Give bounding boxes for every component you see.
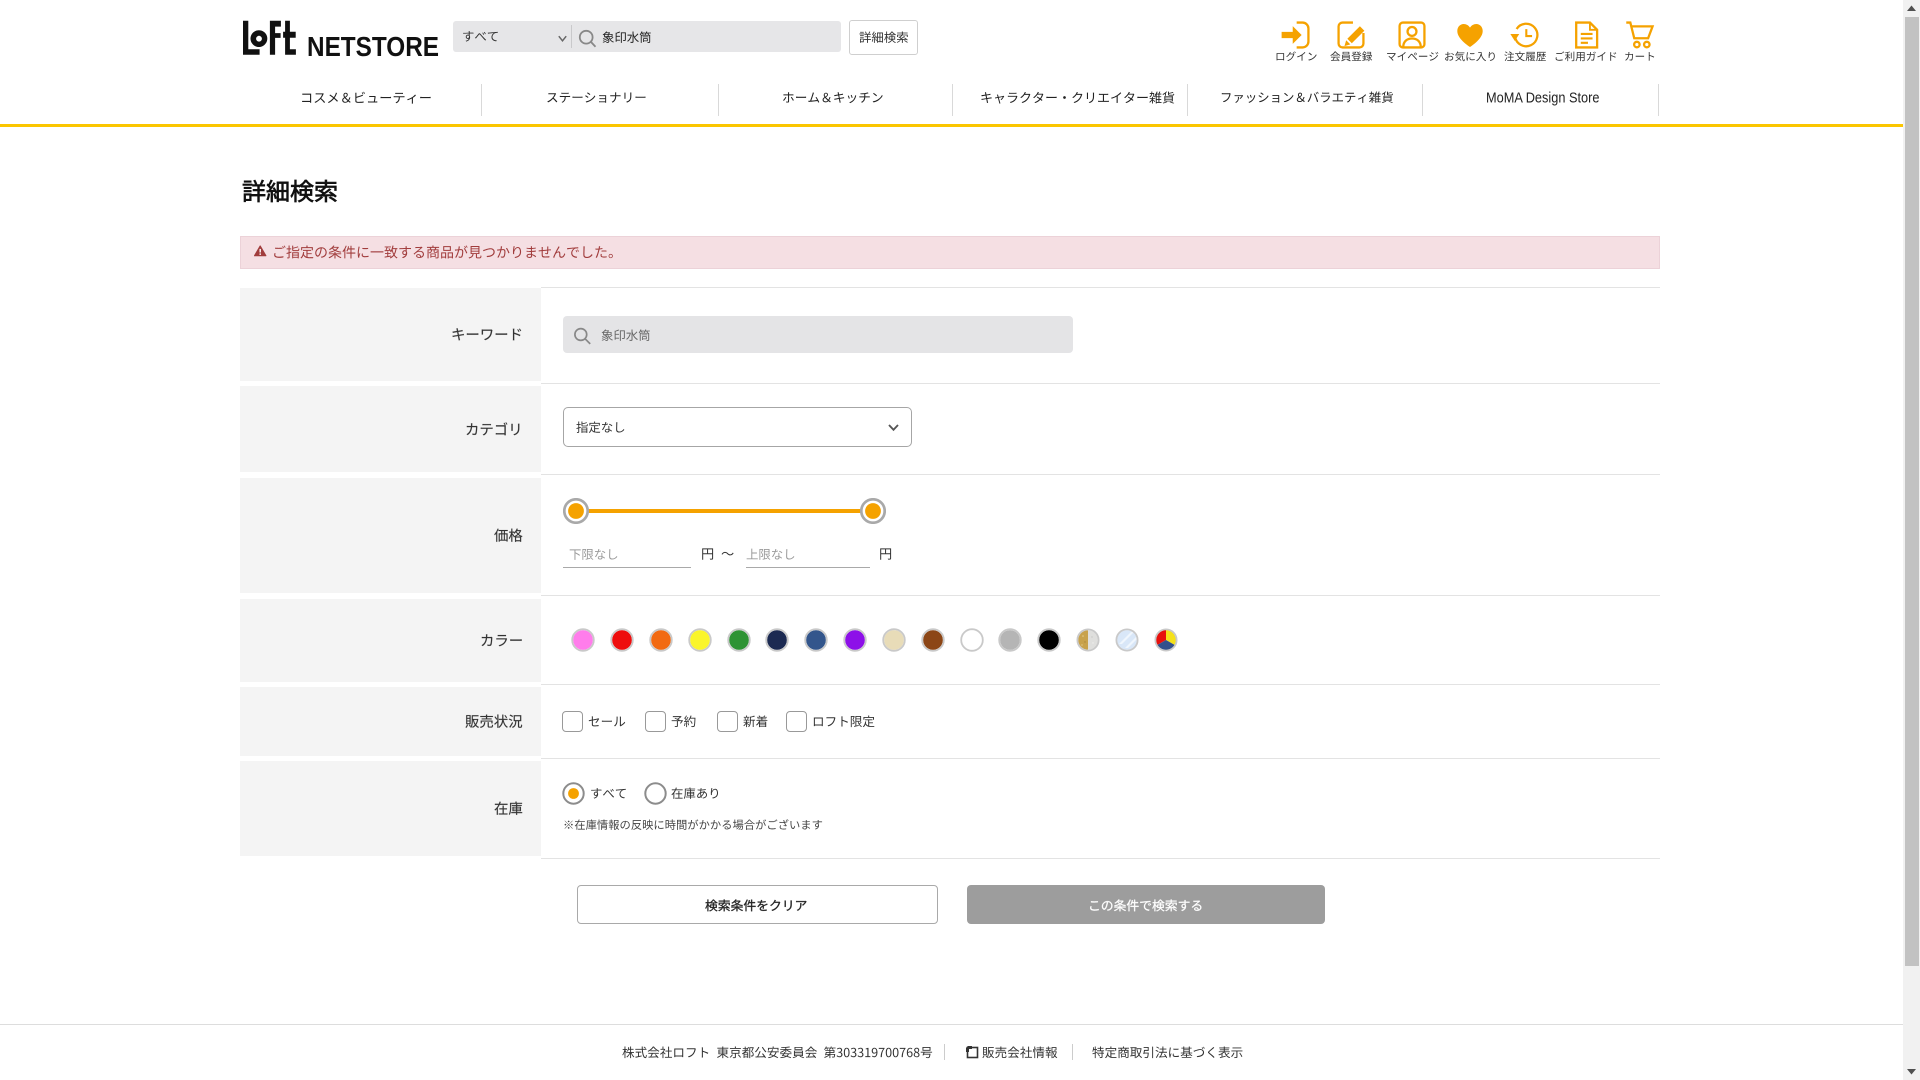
svg-text:NETSTORE: NETSTORE bbox=[307, 31, 439, 60]
svg-text:MoMA Design Store: MoMA Design Store bbox=[1486, 91, 1600, 107]
